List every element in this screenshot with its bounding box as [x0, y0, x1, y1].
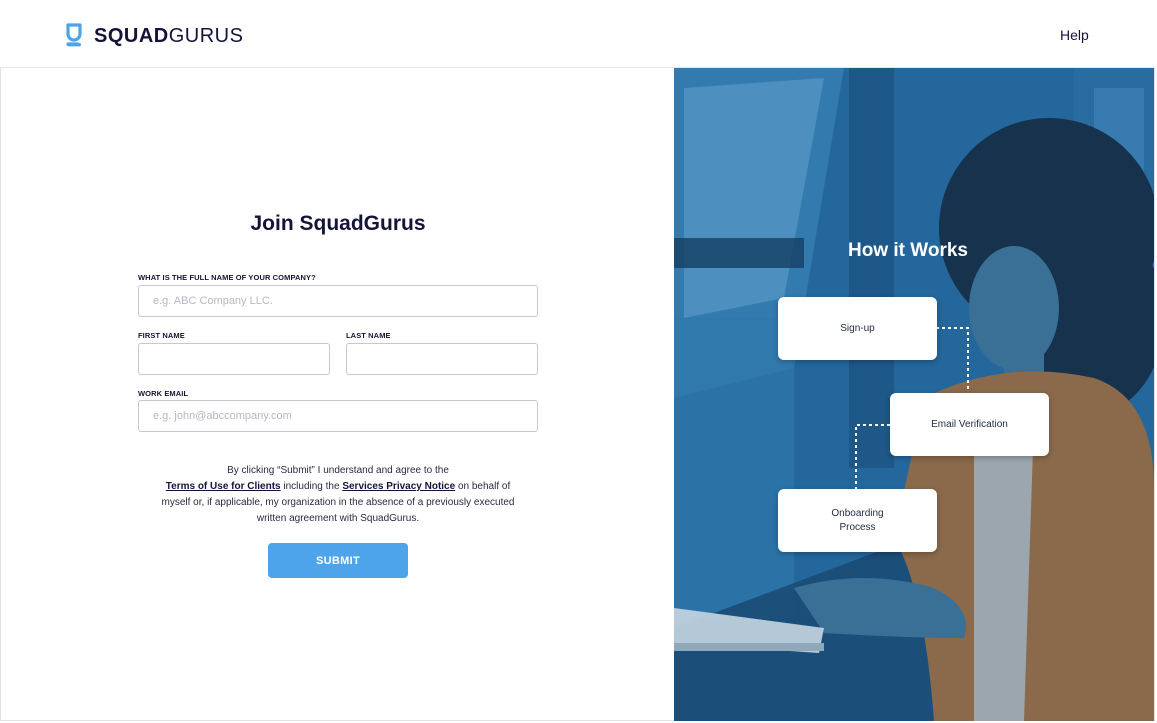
company-name-label: WHAT IS THE FULL NAME OF YOUR COMPANY?	[138, 273, 316, 282]
step-label: Onboarding Process	[831, 507, 884, 533]
brand-name-regular: GURUS	[168, 25, 244, 47]
last-name-label: LAST NAME	[346, 331, 391, 340]
form-title: Join SquadGurus	[250, 212, 426, 235]
step-card-signup: Sign-up	[778, 297, 937, 360]
legal-text-part2: including the	[280, 481, 343, 492]
step-label: Email Verification	[931, 418, 1008, 430]
connector-signup-to-email	[936, 327, 969, 392]
first-name-label: FIRST NAME	[138, 331, 185, 340]
submit-button[interactable]: SUBMIT	[268, 543, 408, 578]
connector-email-to-onboarding	[855, 424, 890, 489]
how-it-works-title: How it Works	[848, 240, 968, 261]
work-email-input[interactable]	[138, 400, 538, 432]
work-email-label: WORK EMAIL	[138, 389, 189, 398]
brand-logo[interactable]: SQUADGURUS	[64, 22, 243, 50]
hero-panel: How it Works Sign-up Email Verification …	[674, 68, 1154, 721]
terms-of-use-link[interactable]: Terms of Use for Clients	[166, 481, 281, 492]
step-label: Sign-up	[840, 322, 875, 334]
last-name-input[interactable]	[346, 343, 538, 375]
legal-text-part1: By clicking “Submit” I understand and ag…	[227, 465, 449, 476]
brand-name: SQUADGURUS	[94, 22, 243, 50]
top-header: SQUADGURUS Help	[0, 0, 1155, 68]
squadgurus-logo-icon	[66, 23, 82, 47]
legal-consent-text: By clicking “Submit” I understand and ag…	[150, 463, 526, 527]
first-name-input[interactable]	[138, 343, 330, 375]
step-card-onboarding: Onboarding Process	[778, 489, 937, 552]
step-card-email-verification: Email Verification	[890, 393, 1049, 456]
help-link[interactable]: Help	[1060, 27, 1089, 43]
privacy-notice-link[interactable]: Services Privacy Notice	[342, 481, 455, 492]
company-name-input[interactable]	[138, 285, 538, 317]
brand-name-bold: SQUAD	[94, 25, 169, 47]
